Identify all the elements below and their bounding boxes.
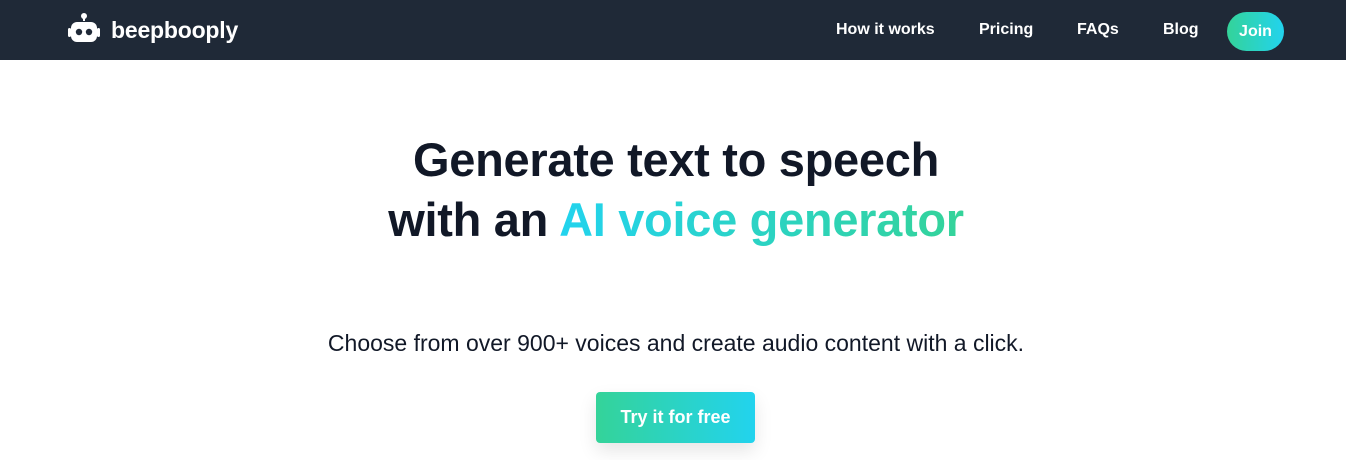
brand-logo-link[interactable]: beepbooply: [66, 10, 238, 50]
nav-faqs-link[interactable]: FAQs: [1077, 21, 1119, 39]
nav-how-it-works-link[interactable]: How it works: [836, 21, 935, 39]
hero-title-prefix: with an: [388, 193, 560, 246]
hero-title-line-1: Generate text to speech: [413, 133, 939, 186]
hero-title-highlight: AI voice generator: [559, 193, 964, 246]
try-it-for-free-button[interactable]: Try it for free: [596, 392, 755, 443]
hero-title-line-2: with an AI voice generator: [0, 190, 1346, 250]
join-button[interactable]: Join: [1227, 12, 1284, 51]
robot-icon: [68, 13, 100, 42]
nav-blog-link[interactable]: Blog: [1163, 21, 1199, 39]
hero-subtitle: Choose from over 900+ voices and create …: [327, 330, 1025, 356]
brand-name: beepbooply: [111, 16, 239, 43]
top-navbar: beepbooply How it works Pricing FAQs Blo…: [0, 0, 1346, 60]
hero-title: Generate text to speech with an AI voice…: [0, 130, 1346, 250]
nav-pricing-link[interactable]: Pricing: [979, 21, 1033, 39]
